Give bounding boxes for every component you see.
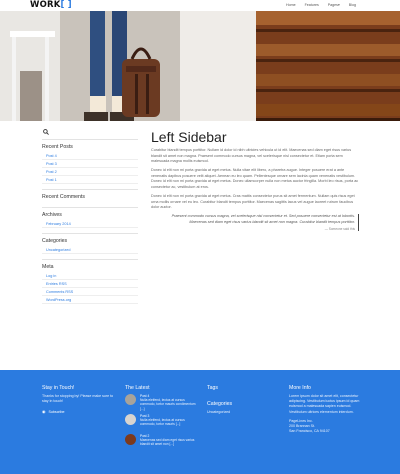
rss-icon: ◉ bbox=[42, 409, 46, 415]
main-content: Left Sidebar Curabitur blandit tempus po… bbox=[151, 128, 361, 231]
hero-image bbox=[0, 11, 400, 121]
logo-bracket: [ ] bbox=[60, 0, 72, 10]
footer-category-link[interactable]: Uncategorized bbox=[207, 410, 277, 415]
site-logo[interactable]: WORK[ ] bbox=[30, 0, 72, 11]
post-excerpt: Maecenas sed diam eget risus varius blan… bbox=[140, 438, 195, 447]
search-icon bbox=[43, 129, 49, 135]
nav-home[interactable]: Home bbox=[286, 0, 296, 11]
paragraph: Curabitur blandit tempus porttitor. Null… bbox=[151, 148, 352, 164]
left-sidebar: Recent Posts Post 4 Post 3 Post 2 Post 1… bbox=[42, 128, 138, 304]
footer-title: The Latest bbox=[125, 385, 150, 391]
hero-photo bbox=[0, 11, 400, 121]
footer-text: Lorem ipsum dolor sit amet elit, consect… bbox=[289, 394, 360, 414]
divider bbox=[42, 184, 138, 190]
top-navbar: WORK[ ] Home Features Pages▾ Blog bbox=[0, 0, 400, 11]
categories-title: Categories bbox=[42, 238, 68, 244]
recent-posts-title: Recent Posts bbox=[42, 144, 73, 150]
footer-col-tags: Tags Categories Uncategorized bbox=[207, 384, 277, 415]
recent-comments-title: Recent Comments bbox=[42, 194, 85, 200]
footer-title: Categories bbox=[207, 401, 233, 407]
latest-post[interactable]: Post 4 Nulla eleifend, lectus at cursus c… bbox=[125, 394, 197, 411]
latest-post[interactable]: Post 2 Maecenas sed diam eget risus variu… bbox=[125, 434, 197, 451]
sidebar-item-category[interactable]: Uncategorized bbox=[42, 246, 138, 254]
post-thumbnail bbox=[125, 394, 136, 405]
meta-title: Meta bbox=[42, 264, 54, 270]
sidebar-item-wordpress[interactable]: WordPress.org bbox=[42, 296, 138, 304]
paragraph: Donec id elit non mi porta gravida at eg… bbox=[151, 194, 355, 210]
paragraph: Donec id elit non mi porta gravida at eg… bbox=[151, 168, 359, 190]
footer-title: Stay in Touch! bbox=[42, 385, 75, 391]
divider bbox=[42, 254, 138, 260]
sidebar-item-entries-rss[interactable]: Entries RSS bbox=[42, 280, 138, 288]
footer: Stay in Touch! Thanks for stopping by! P… bbox=[0, 370, 400, 474]
chevron-down-icon: ▾ bbox=[337, 3, 340, 7]
footer-title: More Info bbox=[289, 385, 311, 391]
post-excerpt: Nulla eleifend, lectus at cursus commodo… bbox=[140, 418, 185, 427]
sidebar-item-post-1[interactable]: Post 1 bbox=[42, 176, 138, 184]
subscribe-link[interactable]: ◉ Subscribe bbox=[42, 409, 114, 414]
main-nav: Home Features Pages▾ Blog bbox=[286, 0, 356, 11]
nav-blog[interactable]: Blog bbox=[349, 0, 356, 11]
divider bbox=[42, 137, 138, 140]
post-excerpt: Nulla eleifend, lectus at cursus commodo… bbox=[140, 398, 196, 411]
address-line: San Francisco, CA 94107 bbox=[289, 429, 330, 434]
sidebar-item-archive[interactable]: February 2014 bbox=[42, 220, 138, 228]
divider bbox=[42, 228, 138, 234]
post-thumbnail bbox=[125, 414, 136, 425]
sidebar-item-post-3[interactable]: Post 3 bbox=[42, 160, 138, 168]
footer-col-info: More Info Lorem ipsum dolor sit amet eli… bbox=[289, 384, 367, 434]
quote-cite: — Someone said this bbox=[324, 226, 355, 231]
nav-pages-label: Pages bbox=[327, 3, 338, 7]
sidebar-search[interactable] bbox=[42, 128, 138, 137]
post-thumbnail bbox=[125, 434, 136, 445]
quote-text: Praesent commodo cursus magna, vel scele… bbox=[171, 214, 355, 225]
sidebar-item-comments-rss[interactable]: Comments RSS bbox=[42, 288, 138, 296]
sidebar-item-login[interactable]: Log in bbox=[42, 272, 138, 280]
page-title: Left Sidebar bbox=[151, 129, 227, 145]
logo-text: WORK bbox=[30, 0, 61, 10]
latest-post[interactable]: Post 3 Nulla eleifend, lectus at cursus c… bbox=[125, 414, 197, 431]
subscribe-label: Subscribe bbox=[48, 409, 65, 414]
nav-features[interactable]: Features bbox=[305, 0, 319, 11]
sidebar-item-post-4[interactable]: Post 4 bbox=[42, 152, 138, 160]
footer-col-latest: The Latest Post 4 Nulla eleifend, lectus … bbox=[125, 384, 197, 454]
footer-title: Tags bbox=[207, 385, 218, 391]
nav-pages[interactable]: Pages▾ bbox=[328, 0, 340, 11]
blockquote: Praesent commodo cursus magna, vel scele… bbox=[167, 214, 359, 231]
archives-title: Archives bbox=[42, 212, 62, 218]
sidebar-item-post-2[interactable]: Post 2 bbox=[42, 168, 138, 176]
footer-col-contact: Stay in Touch! Thanks for stopping by! P… bbox=[42, 384, 114, 414]
footer-text: Thanks for stopping by! Please make sure… bbox=[42, 394, 114, 404]
divider bbox=[42, 202, 138, 208]
